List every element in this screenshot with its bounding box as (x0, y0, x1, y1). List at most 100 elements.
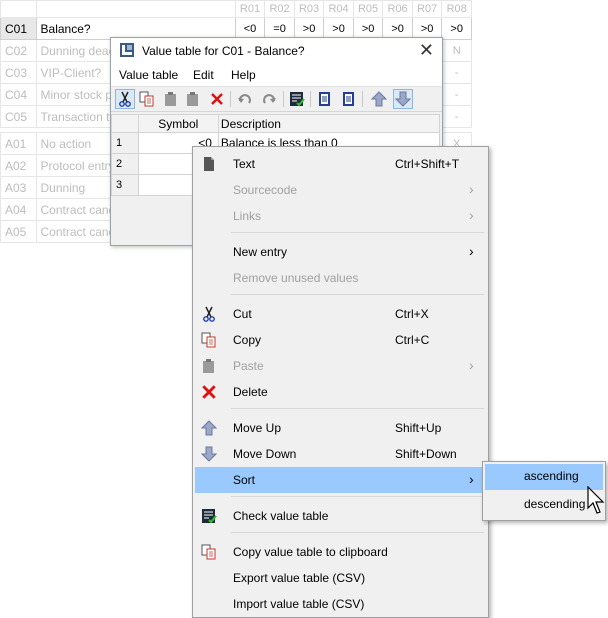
menu-item-export-csv[interactable]: Export value table (CSV) (195, 565, 486, 591)
menu-item-label: Copy value table to clipboard (233, 545, 388, 559)
toolbar-separator (362, 91, 363, 107)
paste-icon[interactable] (161, 89, 181, 109)
menu-item-label: Links (233, 209, 262, 223)
copy-icon[interactable] (137, 89, 157, 109)
menu-item-shortcut: Ctrl+Shift+T (395, 157, 460, 171)
menu-item-shortcut: Ctrl+X (395, 307, 429, 321)
copy-icon (201, 332, 216, 348)
rule-header[interactable]: R06 (382, 0, 413, 18)
menu-item-import-csv[interactable]: Import value table (CSV) (195, 591, 486, 617)
rule-header[interactable]: R02 (264, 0, 295, 18)
menu-item-shortcut: Ctrl+C (395, 333, 430, 347)
context-menu: Text Ctrl+Shift+T Sourcecode › Links › N… (192, 146, 489, 618)
menu-edit[interactable]: Edit (193, 68, 214, 82)
menu-item-move-up[interactable]: Move Up Shift+Up (195, 415, 486, 441)
close-icon[interactable]: ✕ (419, 40, 434, 61)
move-up-icon[interactable] (369, 89, 389, 109)
menu-item-label: Sourcecode (233, 183, 298, 197)
menu-item-label: Delete (233, 385, 268, 399)
check-table-icon[interactable] (287, 89, 307, 109)
delete-icon[interactable] (207, 89, 227, 109)
undo-icon[interactable] (235, 89, 255, 109)
chevron-right-icon: › (469, 181, 474, 197)
menu-item-label: Copy (233, 333, 262, 347)
menu-item-shortcut: Shift+Down (395, 447, 457, 461)
menu-item-move-down[interactable]: Move Down Shift+Down (195, 441, 486, 467)
menu-item-cut[interactable]: Cut Ctrl+X (195, 301, 486, 327)
rule-value-cell[interactable]: - (441, 83, 472, 106)
rule-header-row: R01 R02 R03 R04 R05 R06 R07 R08 (0, 0, 472, 18)
column-header-symbol[interactable]: Symbol (137, 114, 219, 133)
column-header-description[interactable]: Description (217, 114, 441, 133)
menu-item-remove-unused[interactable]: Remove unused values (195, 265, 486, 291)
rule-header[interactable]: R05 (352, 0, 384, 18)
row-number[interactable]: 1 (111, 132, 139, 154)
dialog-title: Value table for C01 - Balance? (142, 44, 305, 58)
redo-icon[interactable] (259, 89, 279, 109)
condition-code: C05 (0, 105, 37, 128)
menu-item-label: Cut (233, 307, 252, 321)
arrow-up-icon (201, 420, 217, 436)
export-icon[interactable] (339, 89, 359, 109)
menu-item-copy[interactable]: Copy Ctrl+C (195, 327, 486, 353)
condition-code: C03 (0, 61, 37, 84)
row-number[interactable]: 2 (111, 153, 139, 175)
condition-code: C02 (0, 39, 37, 62)
rule-header[interactable]: R01 (234, 0, 266, 18)
cut-icon[interactable] (115, 89, 135, 109)
menu-item-label: Check value table (233, 509, 329, 523)
chevron-right-icon: › (469, 243, 474, 259)
grid-corner (111, 114, 139, 133)
menu-item-label: Export value table (CSV) (233, 571, 366, 585)
menu-item-label: Text (233, 157, 256, 171)
menu-separator (231, 532, 484, 533)
menu-item-delete[interactable]: Delete (195, 379, 486, 405)
copy-icon (201, 544, 216, 560)
dialog-menubar: Value table Edit Help (111, 64, 442, 86)
menu-item-paste[interactable]: Paste › (195, 353, 486, 379)
dialog-titlebar[interactable]: Value table for C01 - Balance? ✕ (111, 38, 442, 64)
corner-cell (0, 0, 37, 18)
action-code: A01 (0, 132, 37, 155)
toolbar-separator (230, 91, 231, 107)
rule-header[interactable]: R07 (411, 0, 443, 18)
menu-item-text[interactable]: Text Ctrl+Shift+T (195, 151, 486, 177)
delete-icon (202, 385, 216, 399)
toolbar-separator (310, 91, 311, 107)
menu-value-table[interactable]: Value table (119, 68, 178, 82)
rule-value-cell[interactable]: N (441, 39, 472, 62)
rule-value-cell[interactable]: - (441, 61, 472, 84)
move-down-icon[interactable] (393, 89, 413, 109)
menu-item-new-entry[interactable]: New entry › (195, 239, 486, 265)
rule-header[interactable]: R03 (293, 0, 325, 18)
check-table-icon (202, 509, 217, 524)
condition-code: C04 (0, 83, 37, 106)
menu-item-label: Import value table (CSV) (233, 597, 365, 611)
menu-help[interactable]: Help (231, 68, 256, 82)
dialog-toolbar (111, 86, 442, 112)
menu-item-sourcecode[interactable]: Sourcecode › (195, 177, 486, 203)
grid-header-row: Symbol Description (111, 114, 441, 133)
import-icon[interactable] (315, 89, 335, 109)
action-code: A02 (0, 154, 37, 177)
menu-item-links[interactable]: Links › (195, 203, 486, 229)
menu-item-sort[interactable]: Sort › (195, 467, 486, 493)
rule-value-cell[interactable]: >0 (441, 17, 472, 40)
chevron-right-icon: › (469, 357, 474, 373)
menu-item-label: Sort (233, 473, 256, 487)
row-number[interactable]: 3 (111, 174, 139, 196)
rule-header[interactable]: R04 (323, 0, 354, 18)
action-code: A05 (0, 220, 37, 243)
menu-item-check-value-table[interactable]: Check value table (195, 503, 486, 529)
rule-value-cell[interactable]: - (441, 105, 472, 128)
app-icon (120, 43, 134, 57)
arrow-down-icon (201, 446, 217, 462)
menu-separator (231, 408, 484, 409)
rule-header[interactable]: R08 (441, 0, 472, 18)
action-code: A03 (0, 176, 37, 199)
menu-item-copy-to-clipboard[interactable]: Copy value table to clipboard (195, 539, 486, 565)
paste-special-icon[interactable] (183, 89, 203, 109)
chevron-right-icon: › (469, 207, 474, 223)
mouse-cursor-icon (587, 486, 605, 514)
menu-separator (231, 294, 484, 295)
